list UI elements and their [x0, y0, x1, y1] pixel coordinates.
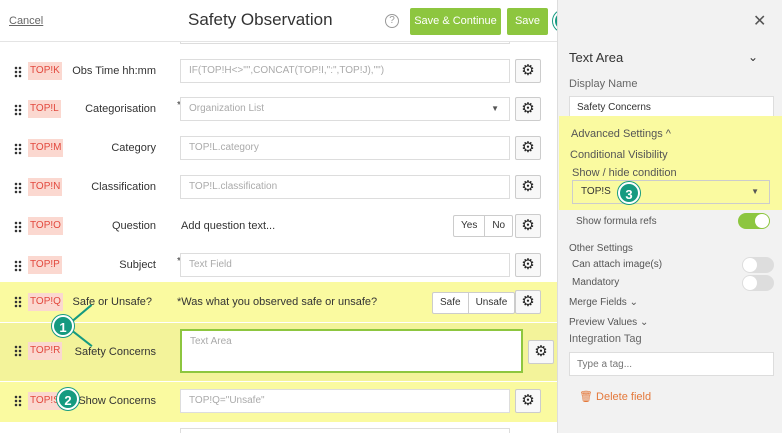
- formula-field[interactable]: TOP!Q="Unsafe": [180, 389, 510, 413]
- list-item: TOP!N Classification TOP!L.classificatio…: [0, 169, 557, 207]
- list-item: [0, 42, 557, 46]
- field-label: Question: [111, 220, 156, 232]
- conditional-visibility-label: Conditional Visibility: [570, 149, 668, 161]
- no-option[interactable]: No: [484, 216, 512, 236]
- condition-select[interactable]: TOP!S ▼: [572, 180, 770, 204]
- show-hide-condition-label: Show / hide condition: [572, 167, 677, 179]
- chevron-down-icon: ⌄: [639, 317, 649, 328]
- integration-tag-label: Integration Tag: [569, 333, 642, 345]
- safe-option[interactable]: Safe: [433, 293, 468, 313]
- cancel-link[interactable]: Cancel: [9, 15, 43, 27]
- drag-handle-icon[interactable]: [14, 345, 22, 357]
- gear-icon[interactable]: ⚙: [515, 59, 541, 83]
- drag-handle-icon[interactable]: [14, 104, 22, 116]
- page-title: Safety Observation: [188, 10, 333, 29]
- list-item: TOP!Q Safe or Unsafe? *Was what you obse…: [0, 282, 557, 322]
- gear-icon[interactable]: ⚙: [515, 175, 541, 199]
- list-item: TOP!S Show Concerns TOP!Q="Unsafe" ⚙: [0, 382, 557, 422]
- gear-icon[interactable]: ⚙: [515, 214, 541, 238]
- yes-no-toggle: Yes No: [453, 215, 514, 237]
- chevron-down-icon: ⌄: [629, 297, 638, 308]
- show-formula-refs-label: Show formula refs: [576, 216, 657, 227]
- top-bar: Cancel Safety Observation ? Save & Conti…: [0, 0, 557, 42]
- close-icon[interactable]: ✕: [753, 11, 766, 31]
- list-item: [0, 426, 557, 433]
- can-attach-images-toggle[interactable]: [742, 257, 774, 273]
- safe-unsafe-toggle: Safe Unsafe: [432, 292, 516, 314]
- question-text[interactable]: *Was what you observed safe or unsafe?: [177, 296, 377, 308]
- drag-handle-icon[interactable]: [14, 221, 22, 233]
- drag-handle-icon[interactable]: [14, 66, 22, 78]
- gear-icon[interactable]: ⚙: [515, 290, 541, 314]
- field-label: Classification: [91, 181, 156, 193]
- chevron-down-icon[interactable]: ⌄: [748, 50, 758, 64]
- show-formula-refs-toggle[interactable]: [738, 213, 770, 229]
- list-item: TOP!M Category TOP!L.category ⚙: [0, 130, 557, 168]
- callout-marker-1: 1: [52, 315, 74, 337]
- gear-icon[interactable]: ⚙: [528, 340, 554, 364]
- field-label: Category: [111, 142, 156, 154]
- field-label: Subject: [119, 259, 156, 271]
- field-label: Safety Concerns: [74, 346, 156, 358]
- panel-section-title: Text Area: [569, 50, 624, 65]
- text-field[interactable]: [180, 428, 510, 433]
- drag-handle-icon[interactable]: [14, 296, 22, 308]
- formula-field[interactable]: IF(TOP!H<>"",CONCAT(TOP!I,":",TOP!J),""): [180, 59, 510, 83]
- delete-field-button[interactable]: 🗑 Delete field: [579, 390, 651, 403]
- unsafe-option[interactable]: Unsafe: [467, 293, 515, 313]
- field-label: Obs Time hh:mm: [72, 65, 156, 77]
- integration-tag-input[interactable]: [569, 352, 774, 376]
- other-settings-label: Other Settings: [569, 243, 633, 254]
- gear-icon[interactable]: ⚙: [515, 389, 541, 413]
- preview-values-link[interactable]: Preview Values ⌄: [569, 317, 648, 328]
- field-label: Show Concerns: [78, 395, 156, 407]
- drag-handle-icon[interactable]: [14, 182, 22, 194]
- help-icon[interactable]: ?: [385, 14, 399, 28]
- drag-handle-icon[interactable]: [14, 143, 22, 155]
- list-item: TOP!L Categorisation * Organization List…: [0, 91, 557, 129]
- merge-fields-link[interactable]: Merge Fields ⌄: [569, 297, 638, 308]
- drag-handle-icon[interactable]: [14, 260, 22, 272]
- advanced-settings-toggle[interactable]: Advanced Settings ^: [571, 128, 671, 140]
- save-button[interactable]: Save: [507, 8, 548, 35]
- properties-panel: ✕ Text Area ⌄ Display Name Safety Concer…: [557, 0, 782, 433]
- drag-handle-icon[interactable]: [14, 395, 22, 407]
- list-item: TOP!R Safety Concerns Text Area ⚙: [0, 323, 557, 381]
- list-item: TOP!K Obs Time hh:mm IF(TOP!H<>"",CONCAT…: [0, 52, 557, 90]
- gear-icon[interactable]: ⚙: [515, 97, 541, 121]
- mandatory-toggle[interactable]: [742, 275, 774, 291]
- mandatory-label: Mandatory: [572, 277, 620, 288]
- text-area-field[interactable]: Text Area: [180, 329, 523, 373]
- gear-icon[interactable]: ⚙: [515, 253, 541, 277]
- yes-option[interactable]: Yes: [454, 216, 484, 236]
- list-item: TOP!P Subject * Text Field ⚙: [0, 247, 557, 285]
- list-item: TOP!O Question Add question text... Yes …: [0, 208, 557, 246]
- organization-list-select[interactable]: Organization List ▼: [180, 97, 510, 121]
- save-continue-button[interactable]: Save & Continue: [410, 8, 501, 35]
- gear-icon[interactable]: ⚙: [515, 136, 541, 160]
- question-text[interactable]: Add question text...: [181, 220, 275, 232]
- callout-marker-3: 3: [618, 182, 640, 204]
- callout-marker-2: 2: [57, 388, 79, 410]
- chevron-down-icon: ▼: [751, 187, 759, 196]
- field-list: TOP!K Obs Time hh:mm IF(TOP!H<>"",CONCAT…: [0, 42, 557, 433]
- can-attach-images-label: Can attach image(s): [572, 259, 663, 270]
- select-value: Organization List: [189, 103, 265, 114]
- trash-icon: 🗑: [579, 391, 593, 403]
- formula-field[interactable]: TOP!L.category: [180, 136, 510, 160]
- chevron-down-icon: ▼: [491, 104, 499, 113]
- formula-field[interactable]: TOP!L.classification: [180, 175, 510, 199]
- field-label: Categorisation: [85, 103, 156, 115]
- display-name-label: Display Name: [569, 78, 638, 90]
- select-value: TOP!S: [581, 186, 611, 197]
- text-field[interactable]: [180, 42, 510, 44]
- text-field[interactable]: Text Field: [180, 253, 510, 277]
